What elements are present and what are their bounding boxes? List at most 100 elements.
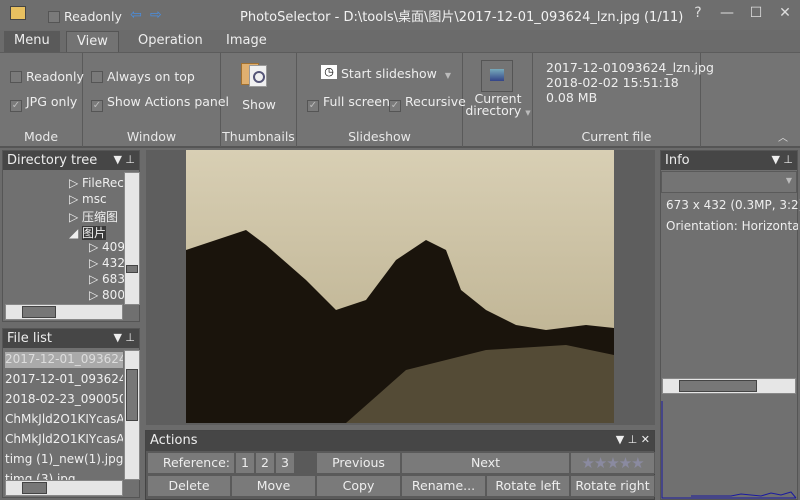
always-on-top-checkbox[interactable]: Always on top — [91, 69, 195, 84]
panel-menu-pin-icons[interactable]: ▼ ⊥ — [771, 153, 793, 166]
tree-item[interactable]: ▷ 压缩图 — [69, 208, 118, 225]
current-file-name: 2017-12-01093624_lzn.jpg — [546, 60, 714, 75]
info-dropdown[interactable]: ▼ — [661, 171, 797, 193]
show-thumbnails-button[interactable]: Show — [221, 97, 297, 112]
file-item[interactable]: 2018-02-23_090050.jpg — [5, 392, 123, 408]
info-orientation: Orientation: Horizontal (n — [666, 219, 798, 233]
tree-item[interactable]: ▷ msc — [69, 192, 107, 206]
next-button[interactable]: Next — [401, 452, 570, 474]
group-window: Always on top ✓ Show Actions panel Window — [83, 53, 229, 147]
always-on-top-label: Always on top — [107, 69, 195, 84]
readonly-label: Readonly — [26, 69, 84, 84]
maximize-button[interactable]: ☐ — [746, 5, 766, 21]
file-list-horizontal-scrollbar[interactable] — [5, 480, 123, 496]
actions-header: Actions ▼ ⊥ ✕ — [146, 431, 654, 451]
star-rating[interactable]: ★★★★★ — [570, 452, 655, 474]
tab-menu[interactable]: Menu — [4, 31, 60, 53]
show-actions-label: Show Actions panel — [107, 94, 230, 109]
tree-item[interactable]: ▷ 4098 — [89, 240, 125, 254]
tree-item[interactable]: ▷ 6831 — [89, 272, 125, 286]
tree-item-label: 压缩图 — [82, 210, 119, 224]
title-bar: Readonly ⇦ ⇨ PhotoSelector - D:\tools\桌面… — [0, 0, 800, 30]
qa-readonly-label: Readonly — [64, 9, 122, 24]
jpg-only-checkbox[interactable]: ✓ JPG only — [10, 94, 77, 112]
tab-view[interactable]: View — [66, 31, 119, 53]
recursive-label: Recursive — [405, 94, 466, 109]
show-actions-checkbox[interactable]: ✓ Show Actions panel — [91, 94, 229, 112]
file-item[interactable]: 2017-12-01_093624_M — [5, 372, 123, 388]
ribbon: Readonly ✓ JPG only Mode Always on top ✓ S… — [0, 52, 800, 148]
tree-horizontal-scrollbar[interactable] — [5, 304, 123, 320]
tree-item[interactable]: ▷ 800 — [89, 288, 125, 302]
reference-1-button[interactable]: 1 — [235, 452, 255, 474]
rotate-right-button[interactable]: Rotate right — [570, 475, 655, 497]
readonly-checkbox[interactable]: Readonly — [10, 69, 84, 84]
app-icon — [10, 6, 26, 20]
move-button[interactable]: Move — [231, 475, 316, 497]
tree-item-label: 4320 — [102, 256, 125, 270]
tree-item-label: 4098 — [102, 240, 125, 254]
file-item[interactable]: ChMkJld2O1KIYcasAA — [5, 412, 123, 428]
file-list-panel: File list ▼ ⊥ 2017-12-01_093624_lzn.jpg 20… — [2, 328, 140, 498]
start-slideshow-button[interactable]: Start slideshow ▼ — [341, 66, 451, 81]
current-directory-label: Current directory ▼ — [463, 92, 533, 119]
copy-button[interactable]: Copy — [316, 475, 401, 497]
rename-button[interactable]: Rename... — [401, 475, 486, 497]
dropdown-arrow-icon: ▼ — [785, 176, 792, 185]
reference-3-button[interactable]: 3 — [275, 452, 295, 474]
directory-tree-panel: Directory tree ▼ ⊥ ▷ FileRecv ▷ msc ▷ 压缩图… — [2, 150, 140, 322]
group-mode: Readonly ✓ JPG only Mode — [0, 53, 84, 147]
current-file-date: 2018-02-02 15:51:18 — [546, 75, 679, 90]
reference-label: Reference: — [147, 452, 235, 474]
directory-tree-header: Directory tree ▼ ⊥ — [3, 151, 139, 170]
file-list-vertical-scrollbar[interactable] — [124, 350, 140, 480]
actions-panel: Actions ▼ ⊥ ✕ Reference: 1 2 3 Previous N… — [145, 430, 655, 500]
minimize-button[interactable]: — — [717, 5, 737, 21]
file-item[interactable]: timg (1)_new(1).jpg — [5, 452, 123, 468]
tree-item-label: 图片 — [82, 226, 107, 240]
previous-button[interactable]: Previous — [316, 452, 401, 474]
current-file-size: 0.08 MB — [546, 90, 598, 105]
delete-button[interactable]: Delete — [147, 475, 231, 497]
reference-2-button[interactable]: 2 — [255, 452, 275, 474]
image-viewer[interactable] — [146, 150, 655, 425]
panel-menu-pin-icons[interactable]: ▼ ⊥ — [113, 153, 135, 166]
file-item[interactable]: ChMkJld2O1KIYcasAA — [5, 432, 123, 448]
current-directory-button[interactable]: Current directory ▼ — [463, 53, 533, 147]
help-button[interactable]: ? — [688, 5, 708, 21]
full-screen-checkbox[interactable]: ✓ Full screen — [307, 94, 390, 112]
forward-arrow-icon[interactable]: ⇨ — [150, 7, 162, 23]
window-group-label: Window — [126, 129, 177, 144]
tree-item[interactable]: ▷ FileRecv — [69, 176, 131, 190]
timer-icon: ◷ — [321, 65, 337, 79]
info-panel: Info ▼ ⊥ ▼ 673 x 432 (0.3MP, 3:2) Orienta… — [660, 150, 800, 500]
info-horizontal-scrollbar[interactable] — [662, 378, 796, 394]
group-thumbnails: Show Thumbnails — [221, 53, 297, 147]
file-item-selected[interactable]: 2017-12-01_093624_lzn.jpg — [5, 352, 123, 368]
mode-group-label: Mode — [23, 129, 59, 144]
back-arrow-icon[interactable]: ⇦ — [130, 7, 142, 23]
qa-readonly-checkbox[interactable]: Readonly — [48, 9, 122, 24]
start-slideshow-label: Start slideshow — [341, 66, 437, 81]
thumbnails-icon[interactable] — [241, 61, 273, 91]
tree-item-label: msc — [82, 192, 107, 206]
info-header: Info ▼ ⊥ — [661, 151, 797, 170]
panel-menu-pin-close-icons[interactable]: ▼ ⊥ ✕ — [616, 433, 650, 446]
recursive-checkbox[interactable]: ✓ Recursive — [389, 94, 466, 112]
jpg-only-label: JPG only — [26, 94, 78, 109]
histogram — [661, 401, 797, 499]
close-button[interactable]: ✕ — [775, 5, 795, 21]
tree-item-selected[interactable]: ◢ 图片 — [69, 224, 107, 241]
picture-icon — [481, 60, 513, 92]
tree-vertical-scrollbar[interactable] — [124, 172, 140, 305]
tab-image[interactable]: Image — [216, 31, 277, 53]
group-slideshow: ◷ Start slideshow ▼ ✓ Full screen ✓ Recurs… — [297, 53, 466, 147]
dropdown-arrow-icon: ▼ — [444, 71, 452, 80]
tab-operation[interactable]: Operation — [128, 31, 213, 53]
rotate-left-button[interactable]: Rotate left — [486, 475, 570, 497]
tree-item[interactable]: ▷ 4320 — [89, 256, 125, 270]
group-current-file: 2017-12-01093624_lzn.jpg 2018-02-02 15:5… — [533, 53, 714, 147]
dropdown-arrow-icon: ▼ — [525, 109, 531, 117]
panel-menu-pin-icons[interactable]: ▼ ⊥ — [113, 331, 135, 344]
collapse-ribbon-icon[interactable]: ︿ — [778, 129, 788, 144]
